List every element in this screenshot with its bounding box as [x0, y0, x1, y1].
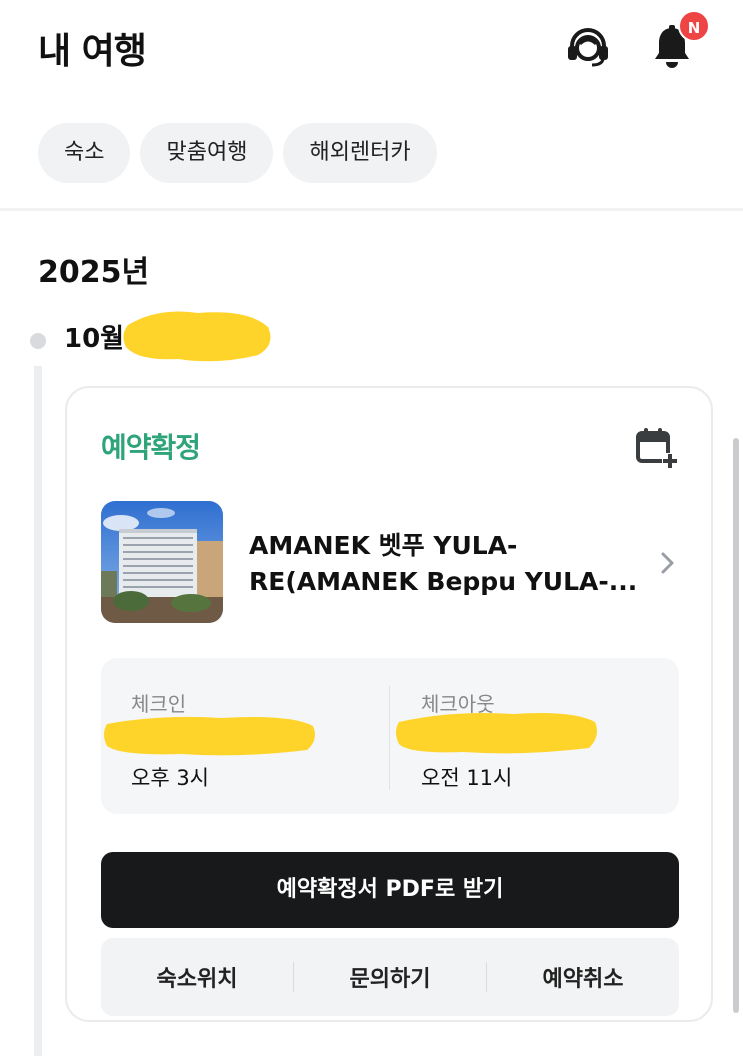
tab-overseas-rental-car[interactable]: 해외렌터카	[283, 123, 437, 183]
checkin-column: 체크인 오후 3시	[104, 658, 381, 814]
redaction-mark	[104, 716, 315, 756]
cancel-booking-button[interactable]: 예약취소	[487, 961, 679, 993]
hotel-name-line1: AMANEK 벳푸 YULA-	[249, 531, 518, 560]
checkout-column: 체크아웃 오전 11시	[396, 658, 671, 814]
redaction-mark	[123, 311, 271, 362]
add-to-calendar-button[interactable]	[635, 426, 679, 470]
header: 내 여행 N	[0, 0, 743, 100]
tab-custom-travel[interactable]: 맞춤여행	[140, 123, 274, 183]
year-heading: 2025년	[38, 255, 150, 290]
checkin-time: 오후 3시	[131, 766, 209, 790]
timeline-line	[34, 366, 42, 1056]
hotel-photo	[101, 501, 223, 623]
booking-actions: 숙소위치 문의하기 예약취소	[101, 938, 679, 1016]
chevron-right-icon[interactable]	[655, 548, 679, 578]
category-tabs: 숙소 맞춤여행 해외렌터카	[38, 123, 437, 183]
stay-dates-panel: 체크인 오후 3시 체크아웃 오전 11시	[101, 658, 679, 814]
section-divider	[0, 208, 743, 211]
timeline-dot	[30, 333, 46, 349]
download-confirmation-pdf-button[interactable]: 예약확정서 PDF로 받기	[101, 852, 679, 928]
headset-icon	[568, 28, 608, 67]
page-title: 내 여행	[38, 31, 147, 72]
booking-card: 예약확정 AMANEK 벳푸 YULA- RE(AMANEK Beppu YUL…	[65, 386, 713, 1022]
month-heading: 10월	[64, 324, 125, 354]
date-separator	[389, 686, 390, 790]
hotel-name-line2: RE(AMANEK Beppu YULA-...	[249, 567, 638, 596]
hotel-thumbnail[interactable]	[101, 501, 223, 623]
hotel-location-button[interactable]: 숙소위치	[101, 961, 293, 993]
customer-support-button[interactable]	[566, 26, 610, 68]
calendar-add-icon	[636, 428, 678, 469]
inquiry-button[interactable]: 문의하기	[294, 961, 486, 993]
notification-badge: N	[678, 10, 710, 42]
scrollbar[interactable]	[733, 438, 739, 1013]
checkout-time: 오전 11시	[421, 766, 513, 790]
tab-accommodation[interactable]: 숙소	[38, 123, 131, 183]
booking-status: 예약확정	[101, 431, 201, 464]
hotel-name[interactable]: AMANEK 벳푸 YULA- RE(AMANEK Beppu YULA-...	[249, 528, 639, 600]
redaction-mark	[396, 713, 597, 754]
